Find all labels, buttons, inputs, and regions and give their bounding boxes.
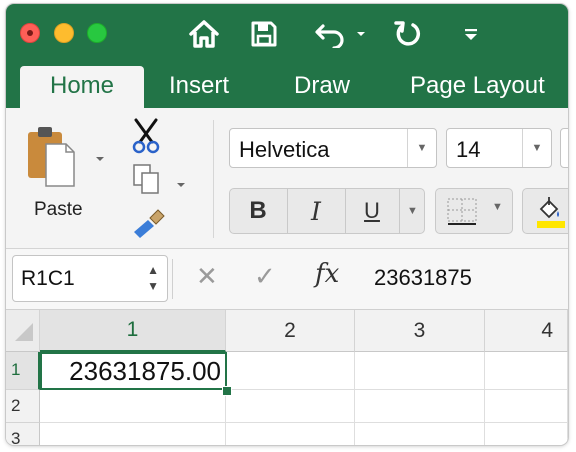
close-window-button[interactable] [20, 23, 40, 43]
underline-button[interactable]: U [346, 189, 398, 233]
fill-color-icon[interactable] [535, 195, 567, 234]
cell-r2c3[interactable] [355, 390, 485, 423]
column-header-2[interactable]: 2 [226, 310, 355, 352]
cancel-icon[interactable]: ✕ [196, 261, 218, 292]
fill-color-group [522, 188, 568, 234]
copy-dropdown-icon[interactable] [176, 176, 186, 194]
row-header-1[interactable]: 1 [6, 352, 40, 390]
name-box-stepper-icon[interactable]: ▲ ▼ [147, 262, 159, 294]
row-header-2[interactable]: 2 [6, 390, 40, 423]
formula-input[interactable]: 23631875 [374, 265, 472, 291]
ribbon: Paste Helvetica ▼ 14 ▼ B I U ▼ ▼ [6, 108, 568, 249]
zoom-window-button[interactable] [87, 23, 107, 43]
font-size-dropdown-icon[interactable]: ▼ [522, 129, 551, 167]
cell-r3c4[interactable] [485, 423, 568, 445]
borders-group: ▼ [435, 188, 513, 234]
paste-label[interactable]: Paste [34, 199, 83, 221]
home-icon[interactable] [186, 18, 222, 50]
font-style-group: B I U ▼ [229, 188, 425, 234]
cell-r1c2[interactable] [226, 352, 355, 390]
tab-draw[interactable]: Draw [294, 66, 350, 108]
font-size-value: 14 [456, 137, 481, 162]
copy-icon[interactable] [131, 162, 161, 201]
column-header-4[interactable]: 4 [485, 310, 568, 352]
tab-insert[interactable]: Insert [169, 66, 229, 108]
paste-dropdown-icon[interactable] [95, 150, 105, 168]
font-grow-button[interactable] [560, 128, 568, 168]
excel-window: Home Insert Draw Page Layout Paste Helve… [6, 4, 568, 445]
cell-r3c3[interactable] [355, 423, 485, 445]
borders-dropdown-icon[interactable]: ▼ [492, 201, 503, 213]
title-bar: Home Insert Draw Page Layout [6, 4, 568, 108]
cell-r2c4[interactable] [485, 390, 568, 423]
fill-handle[interactable] [222, 386, 232, 396]
tab-home[interactable]: Home [20, 66, 144, 108]
bold-button[interactable]: B [230, 189, 286, 233]
ribbon-separator [213, 120, 214, 238]
paste-icon[interactable] [26, 124, 78, 188]
select-all-corner[interactable] [6, 310, 40, 352]
cut-icon[interactable] [130, 118, 162, 159]
name-box-value: R1C1 [21, 267, 75, 290]
font-name-dropdown-icon[interactable]: ▼ [407, 129, 436, 167]
active-cell-r1c1[interactable]: 23631875.00 [40, 352, 227, 390]
cell-r3c1[interactable] [40, 423, 226, 445]
save-icon[interactable] [247, 18, 281, 50]
customize-toolbar-icon[interactable] [460, 18, 482, 50]
font-size-select[interactable]: 14 ▼ [446, 128, 552, 168]
name-box[interactable]: R1C1 ▲ ▼ [12, 255, 168, 302]
insert-function-button[interactable]: fx [315, 259, 339, 289]
redo-icon[interactable] [390, 18, 426, 50]
undo-dropdown-icon[interactable] [354, 18, 368, 50]
cell-r1c4[interactable] [485, 352, 568, 390]
cell-r2c2[interactable] [226, 390, 355, 423]
cell-r1c3[interactable] [355, 352, 485, 390]
borders-icon[interactable] [446, 197, 478, 232]
cell-r2c1[interactable] [40, 390, 226, 423]
undo-icon[interactable] [311, 18, 351, 50]
cell-r3c2[interactable] [226, 423, 355, 445]
formula-bar-divider [172, 259, 173, 299]
row-header-3[interactable]: 3 [6, 423, 40, 445]
column-header-3[interactable]: 3 [355, 310, 485, 352]
font-name-select[interactable]: Helvetica ▼ [229, 128, 437, 168]
worksheet-grid: 1 2 3 4 1 2 3 23631875.00 [6, 310, 568, 445]
font-name-value: Helvetica [239, 137, 330, 162]
italic-button[interactable]: I [288, 189, 344, 233]
underline-dropdown-icon[interactable]: ▼ [400, 189, 425, 233]
column-header-1[interactable]: 1 [40, 310, 226, 352]
enter-icon[interactable]: ✓ [254, 261, 276, 292]
minimize-window-button[interactable] [54, 23, 74, 43]
formula-bar: R1C1 ▲ ▼ ✕ ✓ fx 23631875 [6, 249, 568, 310]
format-painter-icon[interactable] [130, 208, 166, 245]
tab-page-layout[interactable]: Page Layout [410, 66, 545, 108]
